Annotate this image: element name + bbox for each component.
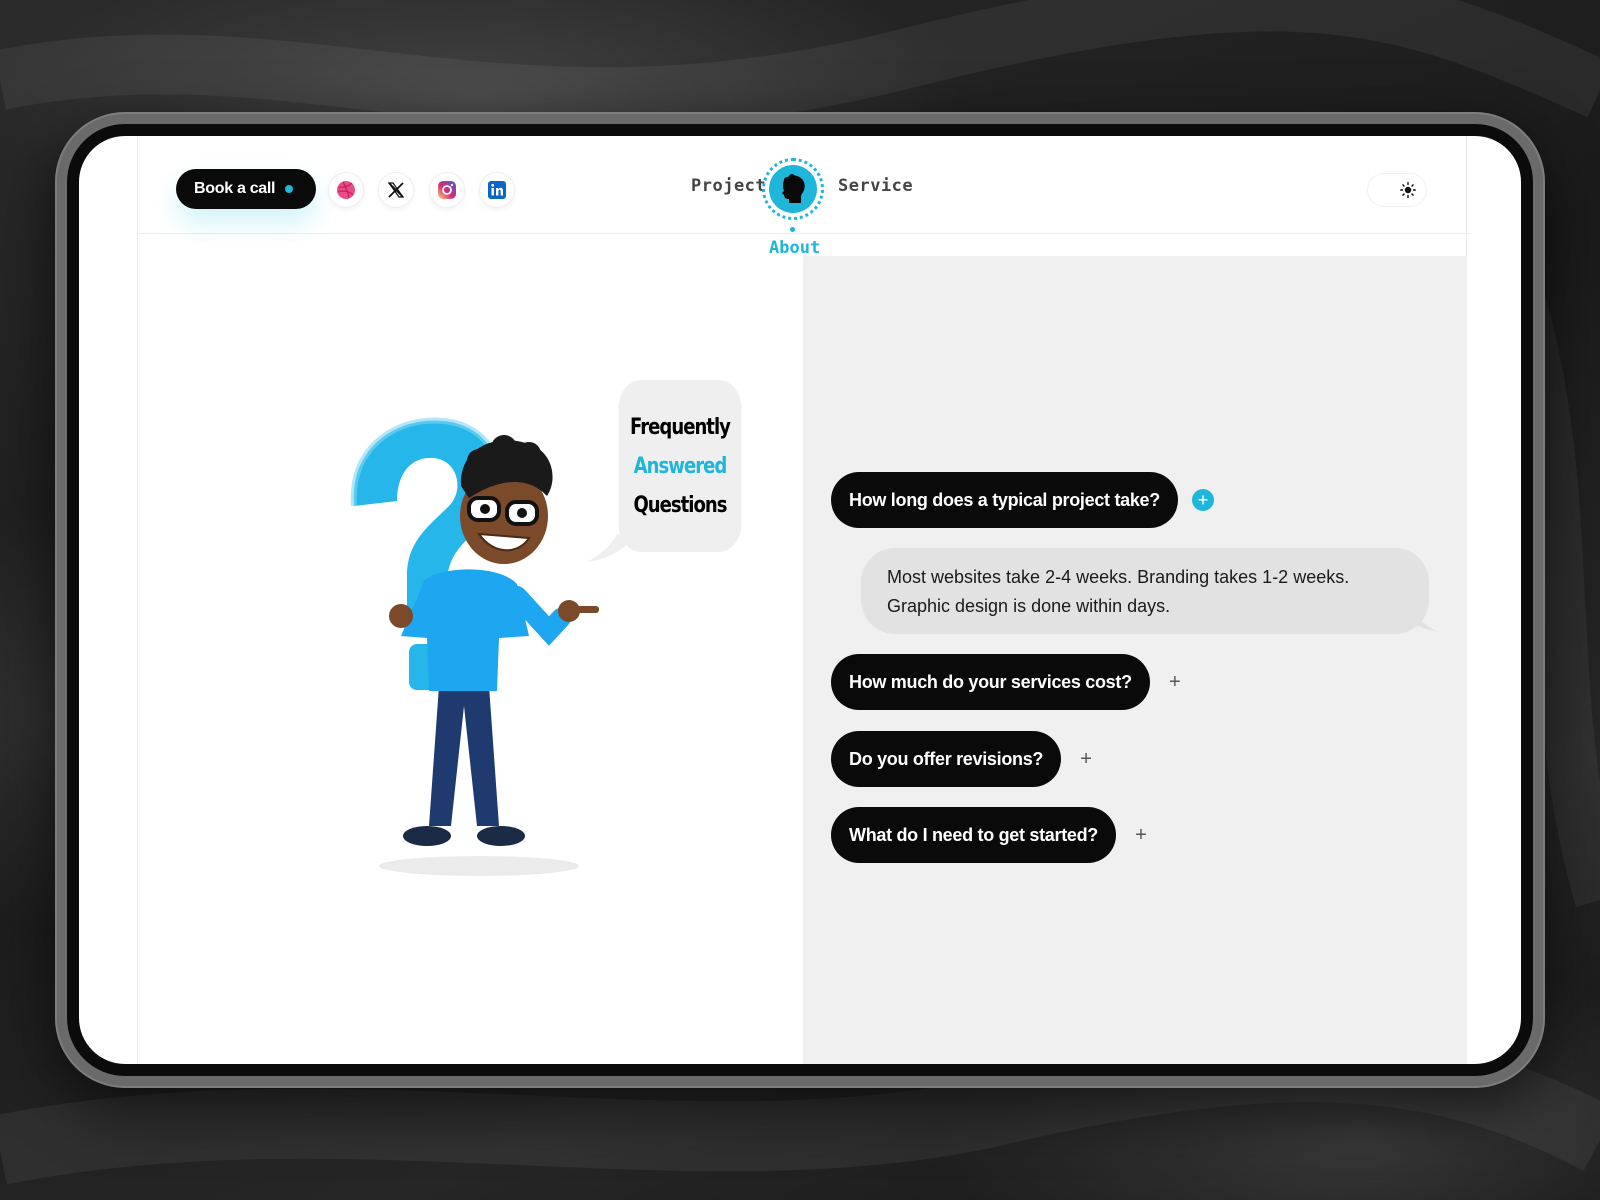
faq-speech-bubble: Frequently Answered Questions (618, 380, 742, 552)
faq-answer: Most websites take 2-4 weeks. Branding t… (861, 548, 1429, 634)
bubble-line-questions: Questions (633, 492, 727, 518)
nav-about[interactable]: About (769, 238, 820, 258)
faq-item[interactable]: What do I need to get started? + (831, 807, 1152, 863)
plus-icon[interactable]: + (1130, 824, 1152, 846)
sun-icon (1400, 182, 1416, 198)
active-nav-indicator (790, 227, 795, 232)
nav-project[interactable]: Project (691, 176, 766, 196)
faq-question[interactable]: How long does a typical project take? (831, 472, 1178, 528)
avatar (769, 165, 817, 213)
nav-service[interactable]: Service (838, 176, 913, 196)
x-link[interactable] (378, 172, 414, 208)
frame-divider-left (137, 136, 138, 1064)
book-call-button[interactable]: Book a call (176, 169, 316, 209)
site-logo[interactable] (762, 158, 824, 220)
bubble-line-frequently: Frequently (630, 414, 731, 440)
dribbble-link[interactable] (328, 172, 364, 208)
linkedin-icon (488, 181, 506, 199)
character-illustration (350, 417, 599, 876)
plus-icon[interactable]: + (1191, 489, 1214, 511)
faq-question[interactable]: What do I need to get started? (831, 807, 1117, 863)
theme-toggle[interactable] (1367, 173, 1427, 207)
tablet-bezel: Book a call Project About Service Freque… (67, 124, 1533, 1076)
status-dot (285, 185, 294, 193)
bubble-line-answered: Answered (633, 453, 728, 479)
dribbble-icon (337, 181, 355, 199)
faq-item[interactable]: Do you offer revisions? + (831, 731, 1097, 787)
faq-question[interactable]: How much do your services cost? (831, 654, 1150, 710)
plus-icon[interactable]: + (1164, 671, 1186, 693)
head-silhouette-icon (782, 174, 805, 203)
linkedin-link[interactable] (479, 172, 515, 208)
tablet-device: Book a call Project About Service Freque… (55, 112, 1545, 1088)
header-divider (137, 233, 1471, 234)
faq-item[interactable]: How much do your services cost? + (831, 654, 1186, 710)
instagram-link[interactable] (429, 172, 465, 208)
tablet-screen: Book a call Project About Service Freque… (79, 136, 1521, 1064)
speech-bubble-tail (587, 534, 627, 562)
instagram-icon (438, 181, 456, 199)
faq-question[interactable]: Do you offer revisions? (831, 731, 1062, 787)
plus-icon[interactable]: + (1075, 748, 1097, 770)
answer-bubble-tail (1415, 610, 1439, 632)
book-call-label: Book a call (194, 180, 276, 197)
x-icon (387, 182, 405, 198)
faq-item[interactable]: How long does a typical project take? + (831, 472, 1214, 528)
